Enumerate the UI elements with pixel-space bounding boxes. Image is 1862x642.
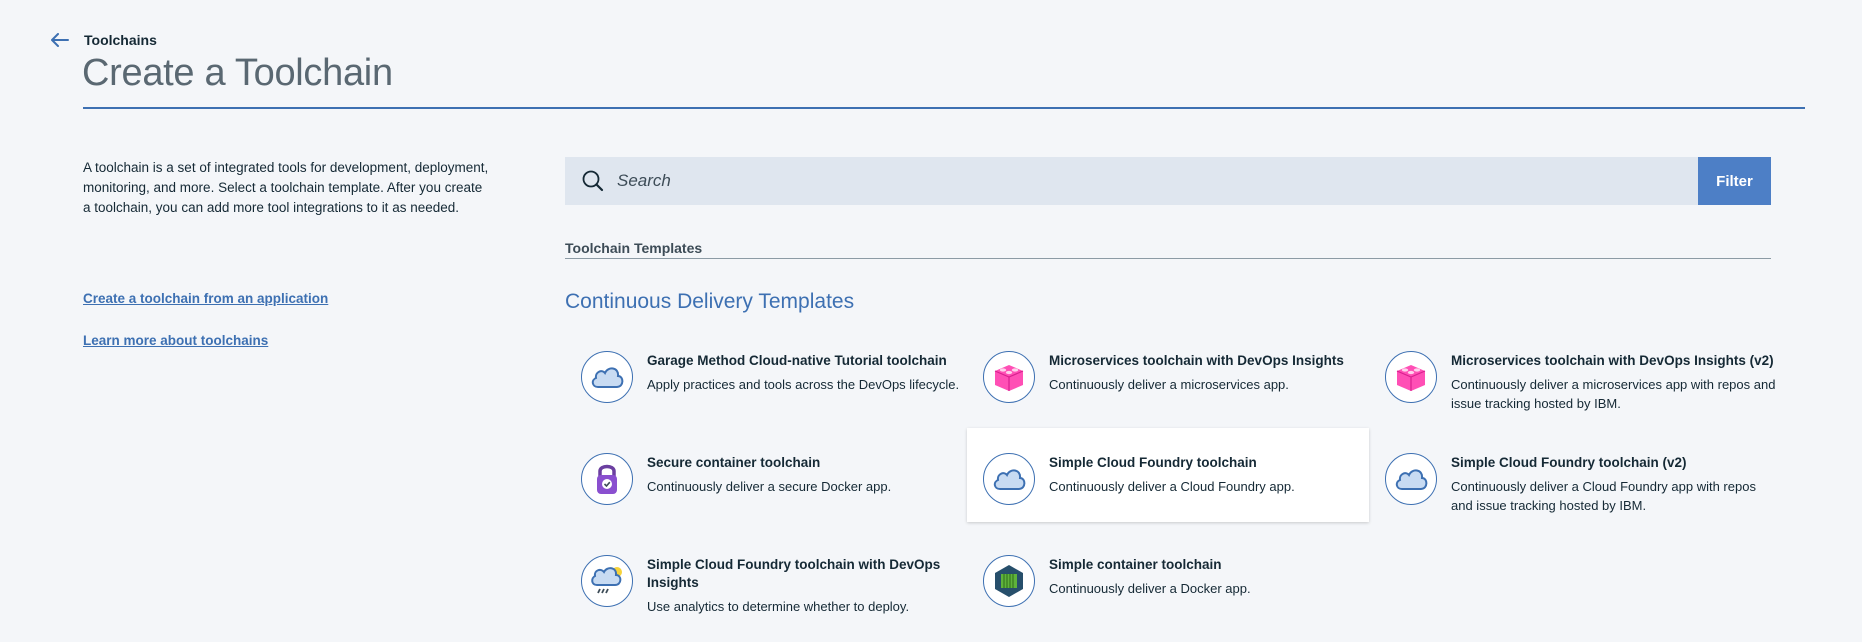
card-title: Garage Method Cloud-native Tutorial tool… [647, 353, 947, 368]
card-description: Continuously deliver a secure Docker app… [647, 479, 892, 494]
card-title: Microservices toolchain with DevOps Insi… [1049, 353, 1344, 368]
breadcrumb[interactable]: Toolchains [84, 32, 157, 48]
group-heading: Continuous Delivery Templates [565, 290, 855, 313]
page-title: Create a Toolchain [82, 52, 393, 94]
template-card[interactable]: Secure container toolchain Continuously … [565, 439, 967, 533]
section-label: Toolchain Templates [565, 240, 703, 256]
card-description: Continuously deliver a Cloud Foundry app… [1451, 479, 1756, 513]
cloud-icon [1385, 453, 1437, 505]
cloud-icon [983, 453, 1035, 505]
weather-cloud-icon [581, 555, 633, 607]
card-description: Continuously deliver a microservices app… [1451, 377, 1776, 411]
card-description: Use analytics to determine whether to de… [647, 599, 910, 614]
lock-icon [581, 453, 633, 505]
learn-more-link[interactable]: Learn more about toolchains [83, 333, 268, 348]
template-card[interactable]: Simple container toolchain Continuously … [967, 541, 1369, 635]
template-card[interactable]: Garage Method Cloud-native Tutorial tool… [565, 337, 967, 431]
template-card[interactable]: Microservices toolchain with DevOps Insi… [1369, 337, 1789, 431]
section-divider [565, 258, 1771, 259]
card-title: Simple Cloud Foundry toolchain with DevO… [647, 557, 941, 590]
card-title: Simple container toolchain [1049, 557, 1222, 572]
filter-button[interactable]: Filter [1698, 157, 1771, 205]
template-card[interactable]: Simple Cloud Foundry toolchain with DevO… [565, 541, 967, 635]
pink-block-icon [983, 351, 1035, 403]
search-input[interactable] [617, 157, 1698, 205]
card-title: Microservices toolchain with DevOps Insi… [1451, 353, 1774, 368]
search-bar [565, 157, 1698, 205]
create-from-app-link[interactable]: Create a toolchain from an application [83, 291, 328, 306]
pink-block-icon [1385, 351, 1437, 403]
card-description: Continuously deliver a Cloud Foundry app… [1049, 479, 1295, 494]
template-card-selected[interactable]: Simple Cloud Foundry toolchain Continuou… [967, 428, 1369, 522]
search-icon [582, 170, 604, 192]
card-title: Secure container toolchain [647, 455, 821, 470]
back-arrow-button[interactable] [48, 30, 72, 50]
template-card[interactable]: Microservices toolchain with DevOps Insi… [967, 337, 1369, 431]
title-divider [83, 107, 1805, 109]
cloud-icon [581, 351, 633, 403]
container-icon [983, 555, 1035, 607]
card-title: Simple Cloud Foundry toolchain [1049, 455, 1257, 470]
card-title: Simple Cloud Foundry toolchain (v2) [1451, 455, 1687, 470]
card-description: Apply practices and tools across the Dev… [647, 377, 960, 392]
intro-text: A toolchain is a set of integrated tools… [83, 160, 489, 215]
arrow-left-icon [51, 33, 69, 47]
card-description: Continuously deliver a Docker app. [1049, 581, 1251, 596]
template-card[interactable]: Simple Cloud Foundry toolchain (v2) Cont… [1369, 439, 1789, 533]
card-description: Continuously deliver a microservices app… [1049, 377, 1289, 392]
